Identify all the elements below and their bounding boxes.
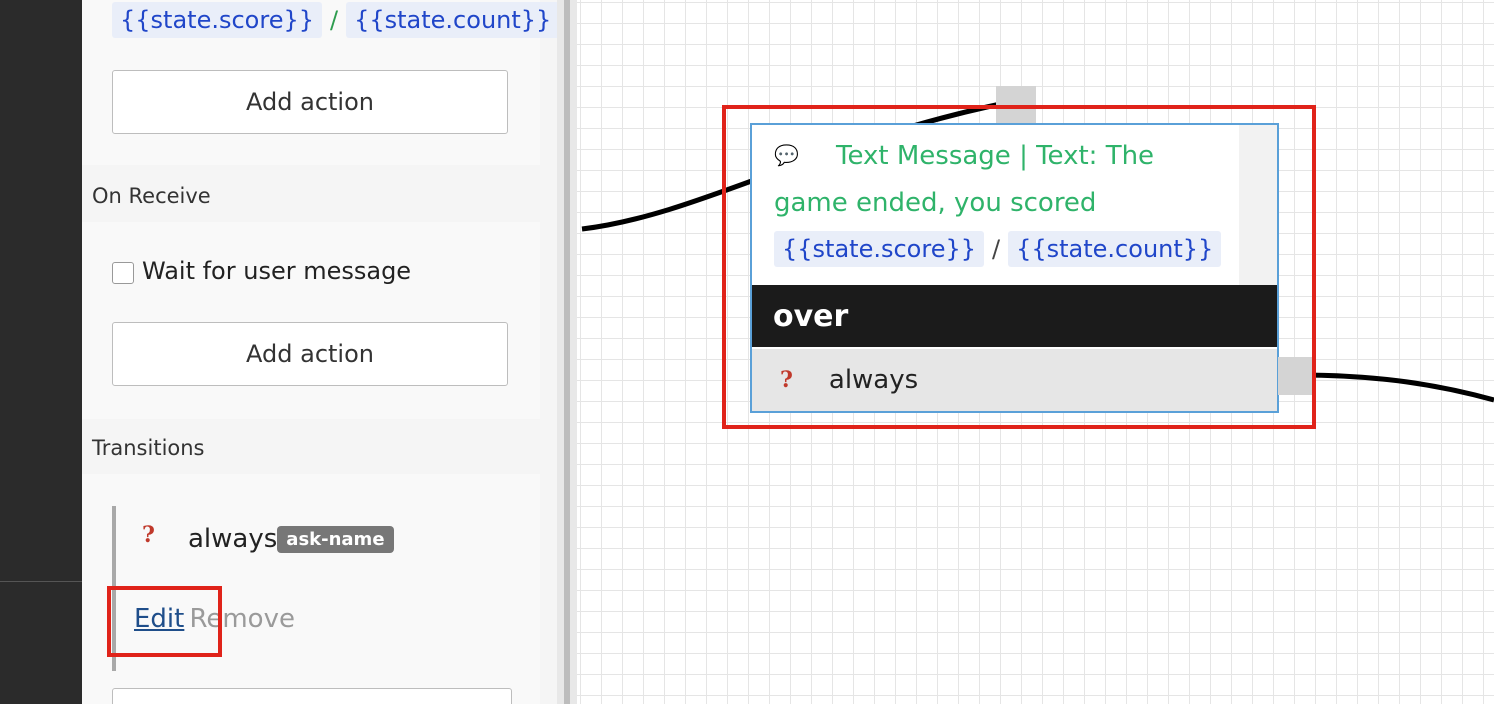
node-name[interactable]: over [752, 285, 1277, 347]
left-rail [0, 0, 82, 704]
add-transition-button[interactable] [112, 688, 512, 704]
message-line-2: game ended, you scored [774, 188, 1097, 218]
transitions-card: ? always ask-name Edit Remove [82, 474, 540, 704]
transition-row: always ask-name [188, 524, 394, 554]
question-icon: ? [142, 522, 155, 548]
remove-link[interactable]: Remove [189, 604, 295, 634]
state-score-chip: {{state.score}} [112, 2, 322, 38]
node-expression: {{state.score}} / {{state.count}} [774, 231, 1222, 267]
node-message-area: 💬 Text Message | Text: The game ended, y… [752, 125, 1240, 285]
output-port[interactable] [1278, 357, 1314, 395]
transitions-heading: Transitions [92, 436, 205, 460]
add-action-button[interactable]: Add action [112, 70, 508, 134]
state-count-chip: {{state.count}} [1008, 231, 1222, 267]
transition-target-badge[interactable]: ask-name [277, 526, 394, 553]
node-inspector-sidebar: {{state.score}} / {{state.count}} Add acti… [82, 0, 557, 704]
transition-actions: Edit Remove [134, 604, 295, 634]
node-transition-row[interactable]: ? always [752, 349, 1277, 411]
transition-item: ? always ask-name Edit Remove [112, 506, 510, 671]
transition-condition: always [188, 524, 278, 554]
node-scrollbar[interactable] [1239, 125, 1277, 285]
state-score-chip: {{state.score}} [774, 231, 984, 267]
input-port[interactable] [996, 86, 1036, 124]
message-expression: {{state.score}} / {{state.count}} [112, 2, 557, 38]
state-count-chip: {{state.count}} [346, 2, 557, 38]
question-icon: ? [780, 367, 793, 393]
node-transition-label: always [828, 365, 919, 395]
separator: / [330, 6, 339, 34]
speech-bubble-icon: 💬 [774, 143, 799, 167]
on-receive-heading: On Receive [92, 184, 211, 208]
message-line-1: Text Message | Text: The [836, 141, 1155, 171]
splitter-handle[interactable] [564, 0, 570, 704]
edit-link[interactable]: Edit [134, 604, 184, 634]
flow-node-over[interactable]: 💬 Text Message | Text: The game ended, y… [750, 123, 1279, 413]
rail-divider [0, 581, 82, 582]
add-action-button[interactable]: Add action [112, 322, 508, 386]
wait-for-user-label: Wait for user message [142, 257, 412, 285]
on-receive-card: Wait for user message Add action [82, 222, 540, 419]
wait-for-user-checkbox[interactable] [112, 262, 134, 284]
on-enter-card: {{state.score}} / {{state.count}} Add acti… [82, 0, 557, 165]
separator: / [992, 235, 1001, 263]
